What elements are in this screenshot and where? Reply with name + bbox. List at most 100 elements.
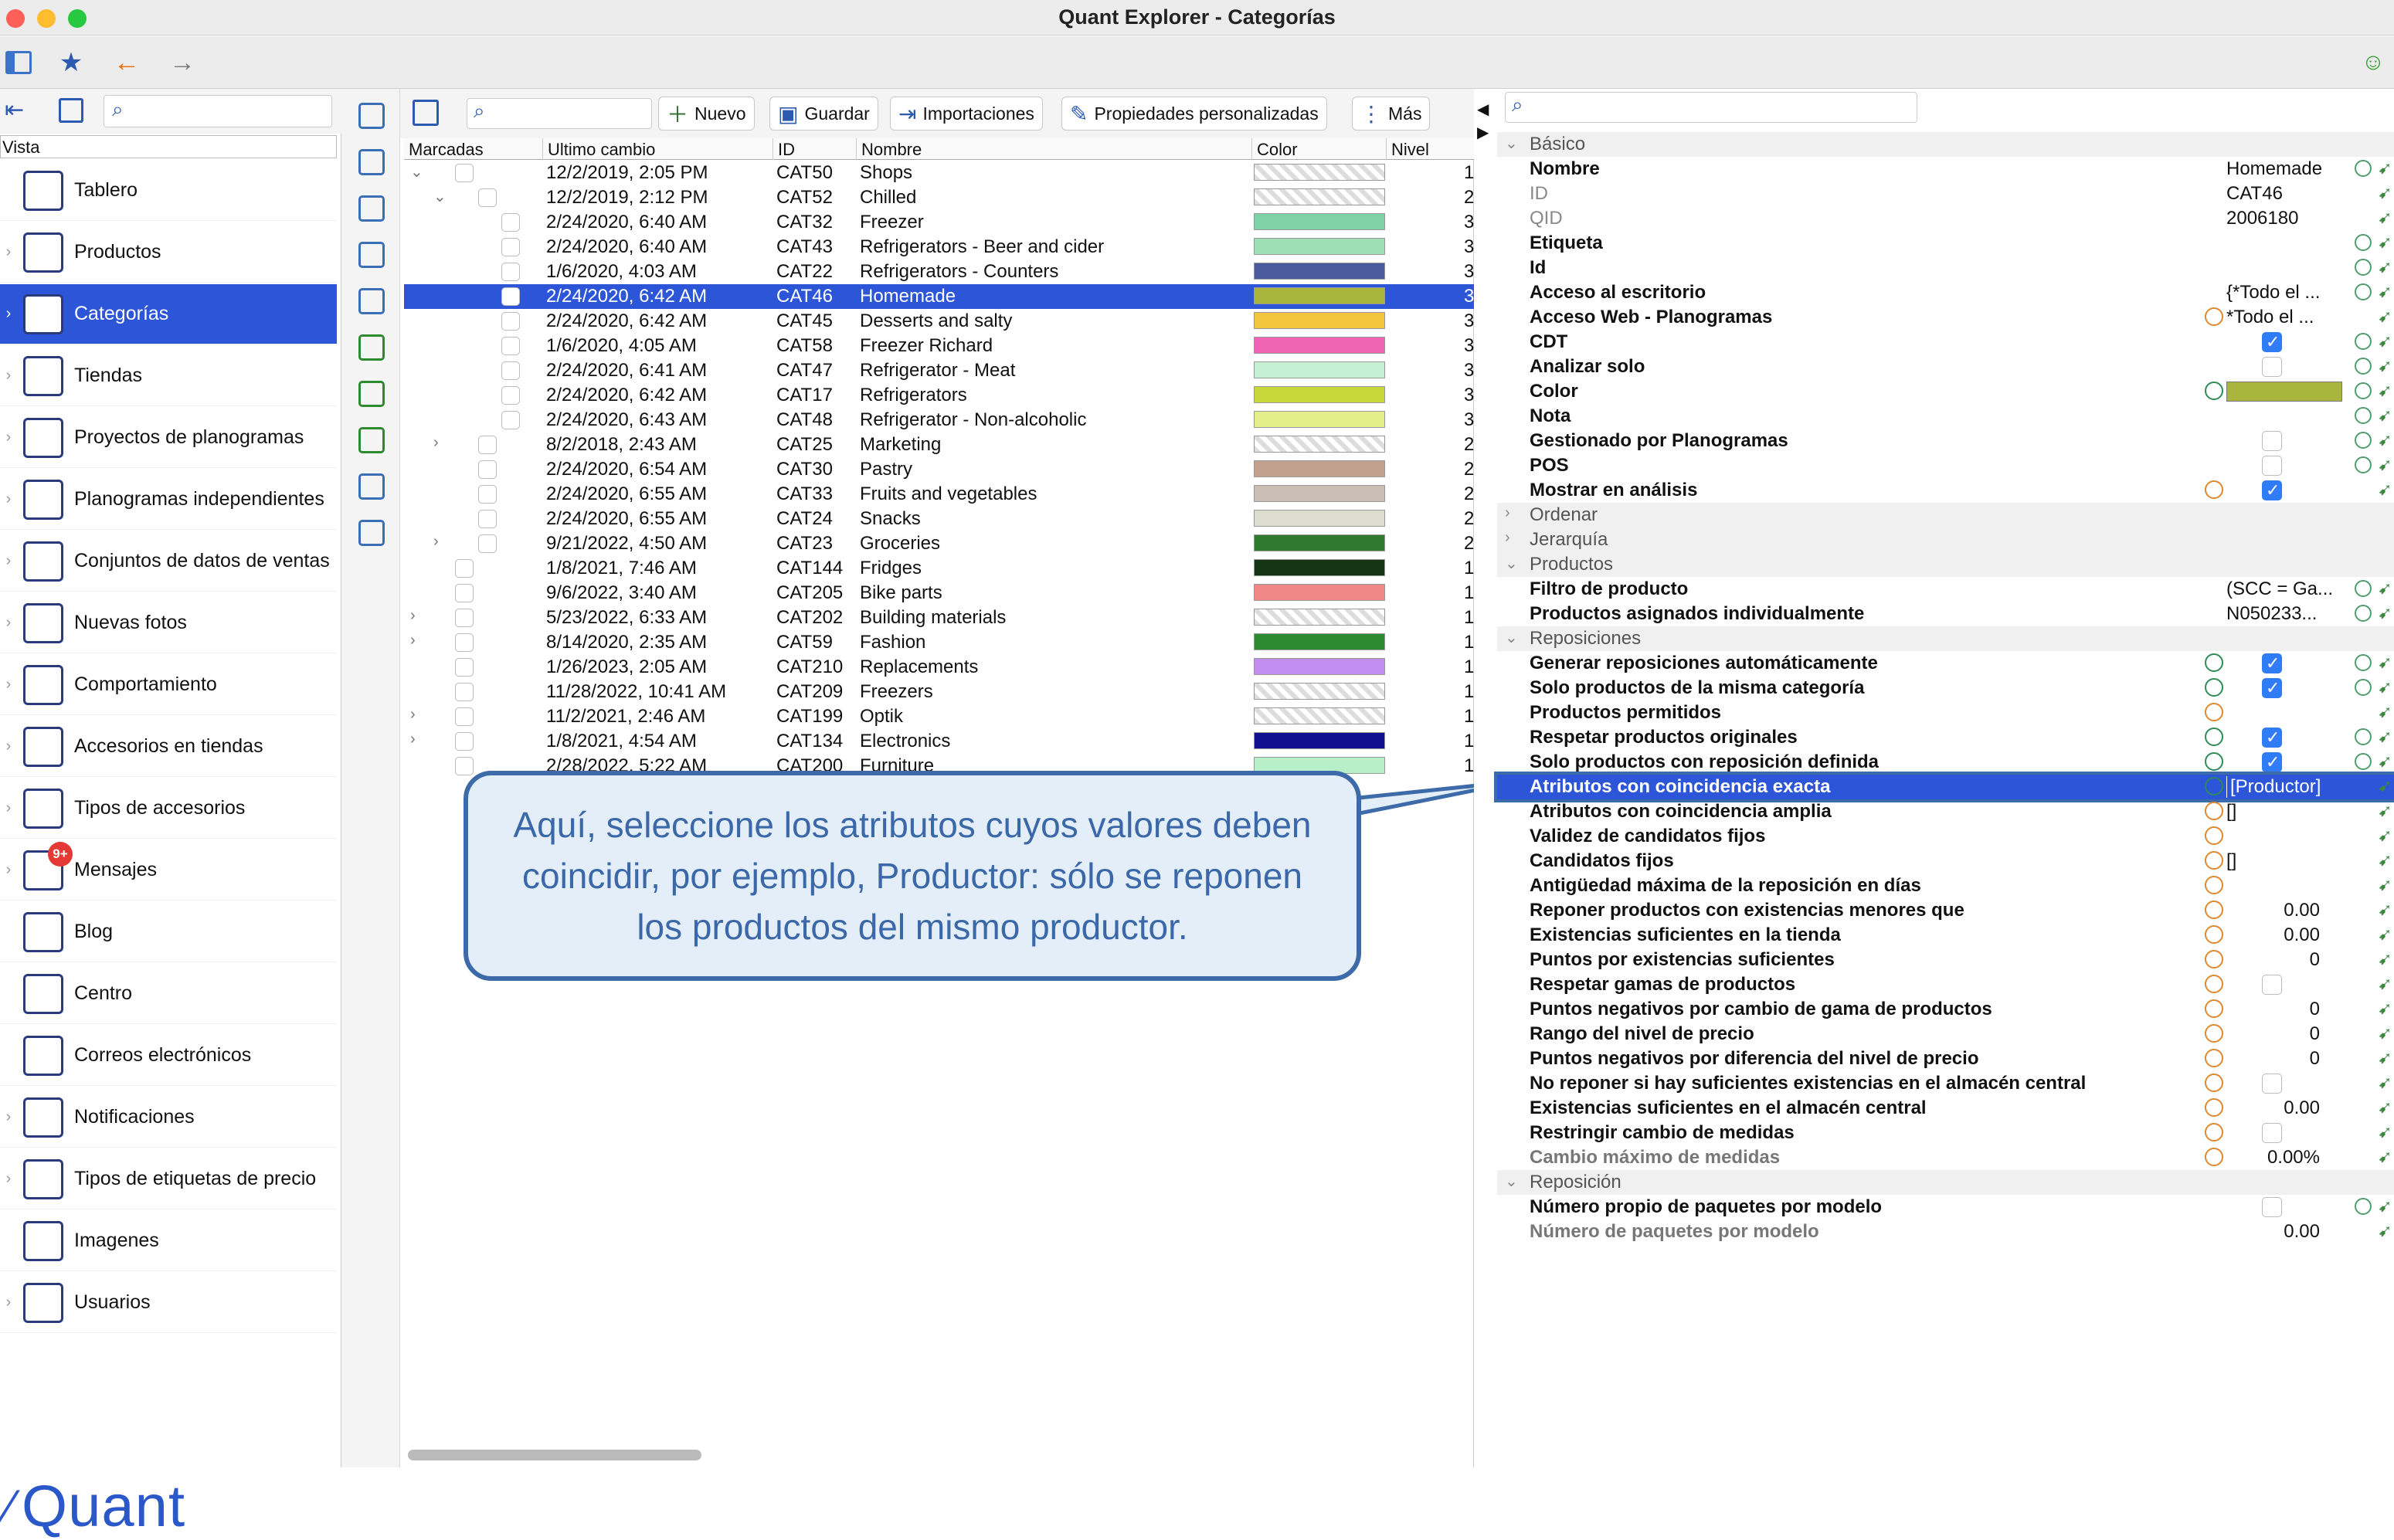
property-value[interactable]: 0 [2310, 1048, 2320, 1070]
sidebar-item-fotos[interactable]: › Nuevas fotos [0, 593, 337, 653]
propagate-icon[interactable]: ➹ [2378, 751, 2392, 772]
row-checkbox[interactable] [501, 361, 520, 380]
inherit-orange-icon[interactable] [2205, 1024, 2223, 1043]
row-checkbox[interactable] [478, 460, 497, 479]
propagate-icon[interactable]: ➹ [2378, 1147, 2392, 1167]
propagate-icon[interactable]: ➹ [2378, 974, 2392, 994]
inherit-orange-icon[interactable] [2205, 826, 2223, 845]
collapse-right-icon[interactable]: ▶ [1477, 123, 1489, 142]
propagate-icon[interactable]: ➹ [2378, 702, 2392, 722]
row-checkbox[interactable] [501, 213, 520, 232]
property-respetar_gamas[interactable]: Respetar gamas de productos ➹ [1497, 972, 2394, 997]
row-checkbox[interactable] [501, 386, 520, 405]
sidebar-item-usuarios[interactable]: › Usuarios [0, 1273, 337, 1333]
row-checkbox[interactable] [501, 287, 520, 306]
inherit-orange-icon[interactable] [2205, 851, 2223, 870]
sidebar-item-planogramas[interactable]: › Planogramas independientes [0, 470, 337, 530]
reset-icon[interactable] [2355, 283, 2372, 300]
row-checkbox[interactable] [501, 337, 520, 355]
row-checkbox[interactable] [455, 732, 474, 751]
propagate-icon[interactable]: ➹ [2378, 653, 2392, 673]
property-mostrar[interactable]: Mostrar en análisis ➹ [1497, 478, 2394, 503]
propagate-icon[interactable]: ➹ [2378, 900, 2392, 920]
chevron-down-icon[interactable]: ⌄ [410, 162, 423, 181]
table-row[interactable]: 11/28/2022, 10:41 AM CAT209 Freezers 1 [404, 680, 1476, 704]
chevron-right-icon[interactable]: › [410, 731, 416, 748]
reset-icon[interactable] [2355, 580, 2372, 597]
inherit-green-icon[interactable] [2205, 777, 2223, 795]
table-row[interactable]: 2/24/2020, 6:55 AM CAT24 Snacks 2 [404, 507, 1476, 531]
save-button[interactable]: ▣ Guardar [769, 97, 878, 131]
property-id2[interactable]: Id ➹ [1497, 256, 2394, 280]
inherit-orange-icon[interactable] [2205, 1074, 2223, 1092]
reset-icon[interactable] [2355, 679, 2372, 696]
property-neg_precio[interactable]: Puntos negativos por diferencia del nive… [1497, 1046, 2394, 1071]
inherit-orange-icon[interactable] [2205, 307, 2223, 326]
table-row[interactable]: 1/6/2020, 4:05 AM CAT58 Freezer Richard 3 [404, 334, 1476, 358]
row-checkbox[interactable] [501, 238, 520, 256]
inherit-green-icon[interactable] [2205, 752, 2223, 771]
favorites-star-icon[interactable]: ★ [56, 47, 87, 78]
edit-table-icon[interactable] [358, 473, 385, 500]
row-checkbox[interactable] [478, 510, 497, 528]
property-respetar_orig[interactable]: Respetar productos originales ➹ [1497, 725, 2394, 750]
inherit-green-icon[interactable] [2205, 728, 2223, 746]
property-value[interactable]: [] [2226, 850, 2236, 872]
propagate-icon[interactable]: ➹ [2378, 801, 2392, 821]
excel-import-icon[interactable] [358, 381, 385, 407]
property-qid[interactable]: QID 2006180 ➹ [1497, 206, 2394, 231]
property-acceso_escritorio[interactable]: Acceso al escritorio {*Todo el ... ➹ [1497, 280, 2394, 305]
chevron-down-icon[interactable]: ⌄ [1505, 1172, 1518, 1191]
property-id[interactable]: ID CAT46 ➹ [1497, 181, 2394, 206]
property-permitidos[interactable]: Productos permitidos ➹ [1497, 700, 2394, 725]
group-ordenar[interactable]: › Ordenar [1497, 503, 2394, 527]
property-checkbox[interactable] [2262, 1123, 2282, 1143]
categories-search-input[interactable]: ⌕ [467, 98, 652, 129]
reset-icon[interactable] [2355, 456, 2372, 473]
sidebar-item-productos[interactable]: › Productos [0, 222, 337, 283]
table-row[interactable]: 1/8/2021, 7:46 AM CAT144 Fridges 1 [404, 556, 1476, 581]
column-header-ultimo-cambio[interactable]: Ultimo cambio [543, 138, 773, 160]
property-checkbox[interactable] [2262, 332, 2282, 352]
property-pos[interactable]: POS ➹ [1497, 453, 2394, 478]
propagate-icon[interactable]: ➹ [2378, 1097, 2392, 1118]
smiley-feedback-icon[interactable]: ☺ [2358, 47, 2389, 78]
propagate-icon[interactable]: ➹ [2378, 999, 2392, 1019]
property-value[interactable]: N050233... [2226, 603, 2317, 625]
property-checkbox[interactable] [2262, 653, 2282, 673]
table-row[interactable]: 2/24/2020, 6:42 AM CAT17 Refrigerators 3 [404, 383, 1476, 408]
table-row[interactable]: › 5/23/2022, 6:33 AM CAT202 Building materi… [404, 605, 1476, 630]
property-exacta[interactable]: Atributos con coincidencia exacta [Produc… [1494, 772, 2394, 802]
property-filtro[interactable]: Filtro de producto (SCC = Ga... ➹ [1497, 577, 2394, 602]
back-arrow-icon[interactable]: ← [111, 47, 142, 78]
sidebar-item-proyectos[interactable]: › Proyectos de planogramas [0, 408, 337, 468]
chevron-right-icon[interactable]: › [433, 533, 439, 551]
reset-icon[interactable] [2355, 160, 2372, 177]
table-row[interactable]: ⌄ 12/2/2019, 2:12 PM CAT52 Chilled 2 [404, 185, 1476, 210]
sidebar-item-tiendas[interactable]: › Tiendas [0, 346, 337, 406]
propagate-icon[interactable]: ➹ [2378, 307, 2392, 327]
property-value[interactable]: 0 [2310, 1023, 2320, 1045]
property-checkbox[interactable] [2262, 431, 2282, 451]
property-no_reponer[interactable]: No reponer si hay suficientes existencia… [1497, 1071, 2394, 1096]
property-nombre[interactable]: Nombre Homemade ➹ [1497, 157, 2394, 181]
chevron-down-icon[interactable]: ⌄ [433, 187, 447, 206]
row-checkbox[interactable] [501, 263, 520, 281]
reset-icon[interactable] [2355, 382, 2372, 399]
property-analizar[interactable]: Analizar solo ➹ [1497, 354, 2394, 379]
chevron-right-icon[interactable]: › [433, 434, 439, 452]
inherit-green-icon[interactable] [2205, 653, 2223, 672]
property-generar[interactable]: Generar reposiciones automáticamente ➹ [1497, 651, 2394, 676]
table-row[interactable]: 2/24/2020, 6:55 AM CAT33 Fruits and vegeta… [404, 482, 1476, 507]
chevron-right-icon[interactable]: › [1505, 504, 1510, 522]
chevron-down-icon[interactable]: ⌄ [1505, 554, 1518, 573]
property-amplia[interactable]: Atributos con coincidencia amplia [] ➹ [1497, 799, 2394, 824]
inherit-orange-icon[interactable] [2205, 1049, 2223, 1067]
propagate-icon[interactable]: ➹ [2378, 331, 2392, 351]
row-checkbox[interactable] [478, 436, 497, 454]
sidebar-item-etiquetas[interactable]: › Tipos de etiquetas de precio [0, 1149, 337, 1209]
property-value[interactable]: 0 [2310, 949, 2320, 971]
reset-icon[interactable] [2355, 432, 2372, 449]
propagate-icon[interactable]: ➹ [2378, 381, 2392, 401]
group-reposicion[interactable]: ⌄ Reposición [1497, 1170, 2394, 1195]
